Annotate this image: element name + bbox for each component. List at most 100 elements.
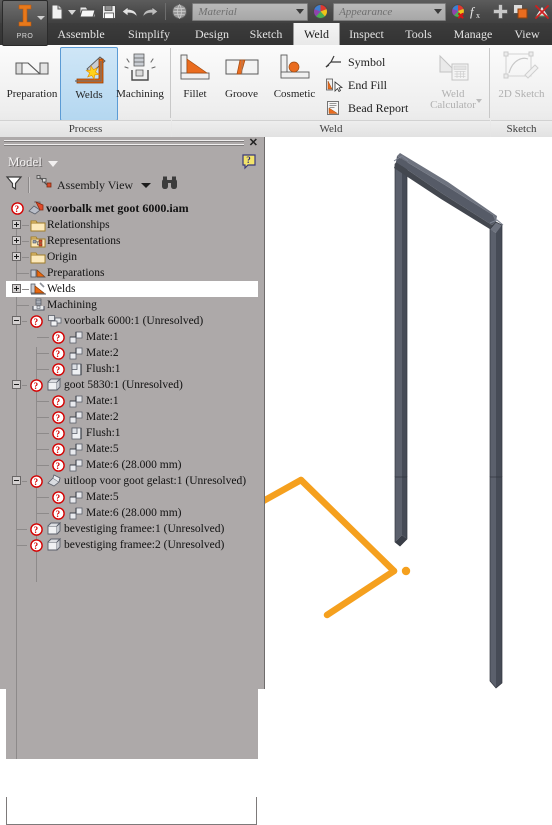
color-wheel-icon[interactable] [311, 2, 330, 22]
expander-plus-icon[interactable] [12, 252, 21, 261]
ribbon-button-symbol[interactable]: Symbol [324, 51, 385, 73]
chevron-down-icon[interactable] [434, 8, 443, 14]
tree-item-label: Mate:2 [86, 347, 119, 359]
tree-item-label: bevestiging framee:1 (Unresolved) [64, 523, 225, 535]
new-file-dropdown[interactable] [68, 2, 77, 22]
expander-minus-icon[interactable] [12, 476, 21, 485]
ribbon-button-2d-sketch[interactable]: 2D Sketch [493, 47, 550, 119]
appearance-combo[interactable]: Appearance [333, 2, 447, 21]
tree-item-goot-5830[interactable]: ? goot 5830:1 (Unresolved) [6, 377, 258, 393]
tab-tools[interactable]: Tools [396, 23, 441, 45]
measure-disabled-icon[interactable] [532, 2, 551, 22]
open-file-button[interactable] [79, 2, 98, 22]
browser-drag-grip[interactable]: ✕ [0, 137, 264, 151]
assembly-view-icon[interactable] [36, 174, 54, 197]
ribbon-button-cosmetic[interactable]: Cosmetic [267, 47, 322, 119]
unresolved-question-icon: ? [27, 474, 45, 488]
tree-item-bevestiging-framee-1[interactable]: ? bevestiging framee:1 (Unresolved) [6, 521, 258, 537]
tree-item-representations[interactable]: Representations [6, 233, 258, 249]
expander-plus-icon[interactable] [12, 284, 21, 293]
tree-item-preparations[interactable]: Preparations [6, 265, 258, 281]
tree-item-mate[interactable]: ? Mate:5 [6, 489, 258, 505]
chevron-down-icon[interactable] [37, 16, 45, 20]
svg-text:?: ? [55, 445, 60, 455]
fx-function-icon[interactable]: f x [470, 2, 489, 22]
tree-item-bevestiging-framee-2[interactable]: ? bevestiging framee:2 (Unresolved) [6, 537, 258, 553]
binoculars-search-icon[interactable] [161, 175, 179, 196]
expander-plus-icon[interactable] [12, 220, 21, 229]
chevron-down-icon[interactable] [296, 8, 305, 14]
tree-item-flush[interactable]: ? Flush:1 [6, 425, 258, 441]
new-file-button[interactable] [47, 2, 66, 22]
tab-weld[interactable]: Weld [293, 23, 340, 45]
tree-item-label: Mate:5 [86, 443, 119, 455]
ribbon-button-fillet[interactable]: Fillet [174, 47, 216, 119]
expander-minus-icon[interactable] [12, 380, 21, 389]
tab-manage[interactable]: Manage [444, 23, 502, 45]
browser-title-bar: Model ? [0, 151, 264, 173]
tree-item-mate[interactable]: ? Mate:5 [6, 441, 258, 457]
close-icon[interactable]: ✕ [249, 138, 258, 149]
tree-item-uitloop-voor-goot-gelast[interactable]: ? uitloop voor goot gelast:1 (Unresolved… [6, 473, 258, 489]
tab-assemble[interactable]: Assemble [48, 23, 114, 45]
ribbon-button-end-fill[interactable]: End Fill [324, 74, 387, 96]
expander-minus-icon[interactable] [12, 316, 21, 325]
redo-button[interactable] [141, 2, 160, 22]
tree-item-mate[interactable]: ? Mate:1 [6, 329, 258, 345]
save-button[interactable] [100, 2, 119, 22]
tree-item-mate[interactable]: ? Mate:2 [6, 345, 258, 361]
tab-design[interactable]: Design [184, 23, 240, 45]
help-question-icon[interactable]: ? [242, 154, 258, 175]
representations-folder-icon [29, 235, 47, 248]
clear-appearance-override-button[interactable] [449, 2, 468, 22]
tab-sketch[interactable]: Sketch [240, 23, 292, 45]
mate-constraint-icon [67, 331, 86, 344]
tree-item-root[interactable]: ? voorbalk met goot 6000.iam [6, 199, 258, 217]
tree-item-mate[interactable]: ? Mate:2 [6, 409, 258, 425]
ribbon-button-bead-report[interactable]: Bead Report [324, 97, 408, 119]
update-red-square-icon[interactable] [512, 2, 531, 22]
ribbon-button-weld-calculator[interactable]: Weld Calculator [422, 47, 484, 119]
plus-icon[interactable] [491, 2, 510, 22]
tree-item-voorbalk-6000[interactable]: ? voorbalk 6000:1 (Unresolved) [6, 313, 258, 329]
tree-guide-line [37, 433, 49, 434]
tab-simplify[interactable]: Simplify [118, 23, 180, 45]
ribbon-button-welds[interactable]: Welds [60, 47, 118, 121]
tree-item-label: bevestiging framee:2 (Unresolved) [64, 539, 225, 551]
chevron-down-icon[interactable] [141, 182, 152, 188]
application-menu-button[interactable]: PRO [2, 0, 48, 46]
tree-guide-line [37, 353, 49, 354]
ribbon-button-preparation[interactable]: Preparation [4, 47, 60, 119]
tree-item-flush[interactable]: ? Flush:1 [6, 361, 258, 377]
tree-item-mate[interactable]: ? Mate:1 [6, 393, 258, 409]
svg-text:?: ? [33, 477, 38, 487]
fillet-weld-icon [177, 47, 213, 89]
tab-inspect[interactable]: Inspect [340, 23, 393, 45]
welds-icon [29, 282, 47, 296]
tree-item-relationships[interactable]: Relationships [6, 217, 258, 233]
tree-item-origin[interactable]: Origin [6, 249, 258, 265]
tree-item-machining[interactable]: Machining [6, 297, 258, 313]
mate-constraint-icon [67, 507, 86, 520]
material-sphere-icon[interactable] [171, 2, 190, 22]
tree-item-mate[interactable]: ? Mate:6 (28.000 mm) [6, 505, 258, 521]
chevron-down-icon[interactable] [476, 99, 482, 103]
3d-graphics-window[interactable] [265, 137, 552, 689]
tree-item-mate[interactable]: ? Mate:6 (28.000 mm) [6, 457, 258, 473]
ribbon-button-groove[interactable]: Groove [218, 47, 265, 119]
chevron-down-icon[interactable] [47, 160, 58, 167]
filter-funnel-icon[interactable] [5, 174, 23, 197]
tree-item-welds[interactable]: Welds [6, 281, 258, 297]
tree-item-label: Preparations [47, 267, 105, 279]
material-combo[interactable]: Material [192, 2, 309, 21]
svg-text:?: ? [55, 397, 60, 407]
mate-constraint-icon [67, 491, 86, 504]
unresolved-question-icon: ? [49, 362, 67, 376]
expander-plus-icon[interactable] [12, 236, 21, 245]
ribbon-button-machining[interactable]: Machining [112, 47, 168, 119]
undo-button[interactable] [120, 2, 139, 22]
tree-item-label: goot 5830:1 (Unresolved) [64, 379, 183, 391]
tab-view[interactable]: View [505, 23, 549, 45]
unresolved-question-icon: ? [49, 490, 67, 504]
unresolved-question-icon: ? [49, 410, 67, 424]
